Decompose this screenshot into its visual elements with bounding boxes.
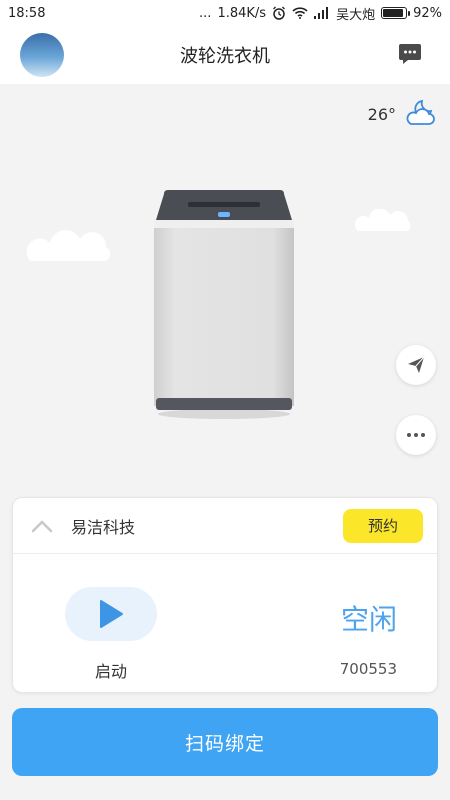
start-label: 启动	[94, 662, 127, 681]
card-body: 启动 空闲 700553	[13, 554, 437, 694]
alarm-icon	[272, 6, 286, 20]
message-icon[interactable]	[398, 43, 422, 65]
temperature: 26°	[367, 104, 396, 124]
reserve-button[interactable]: 预约	[343, 508, 423, 543]
play-icon	[100, 600, 123, 628]
status-indicators: ... 1.84K/s 吴大炮 92%	[199, 4, 442, 23]
avatar[interactable]	[20, 33, 64, 77]
washing-machine-image	[154, 190, 294, 419]
carrier-name: 吴大炮	[336, 7, 376, 23]
page-title: 波轮洗衣机	[180, 46, 270, 67]
battery-icon	[381, 7, 411, 19]
company-name: 易洁科技	[71, 517, 136, 537]
wifi-icon	[292, 7, 308, 19]
chevron-up-icon[interactable]	[31, 519, 53, 533]
hero-area: 26°	[0, 84, 450, 494]
signal-icon	[314, 7, 330, 19]
app-header: 波轮洗衣机	[0, 26, 450, 84]
cloud-decoration-right	[355, 209, 411, 231]
device-id: 700553	[339, 660, 397, 678]
weather-widget: 26°	[368, 98, 436, 130]
network-speed: 1.84K/s	[217, 5, 267, 21]
scan-bind-button[interactable]: 扫码绑定	[12, 708, 438, 776]
start-button[interactable]	[65, 587, 157, 641]
status-bar: 18:58 ... 1.84K/s 吴大炮 92%	[0, 0, 450, 26]
battery-percent: 92%	[413, 5, 442, 21]
device-status: 空闲	[340, 603, 397, 636]
status-dots: ...	[199, 5, 212, 21]
status-time: 18:58	[8, 5, 46, 21]
card-header: 易洁科技 预约	[13, 498, 437, 554]
more-dots-icon	[407, 433, 425, 437]
paper-plane-icon	[408, 356, 425, 373]
share-button[interactable]	[396, 345, 436, 385]
more-button[interactable]	[396, 415, 436, 455]
cloud-decoration-left	[26, 230, 111, 261]
device-card: 易洁科技 预约 启动 空闲 700553	[12, 497, 438, 693]
cloud-moon-icon	[404, 98, 436, 130]
